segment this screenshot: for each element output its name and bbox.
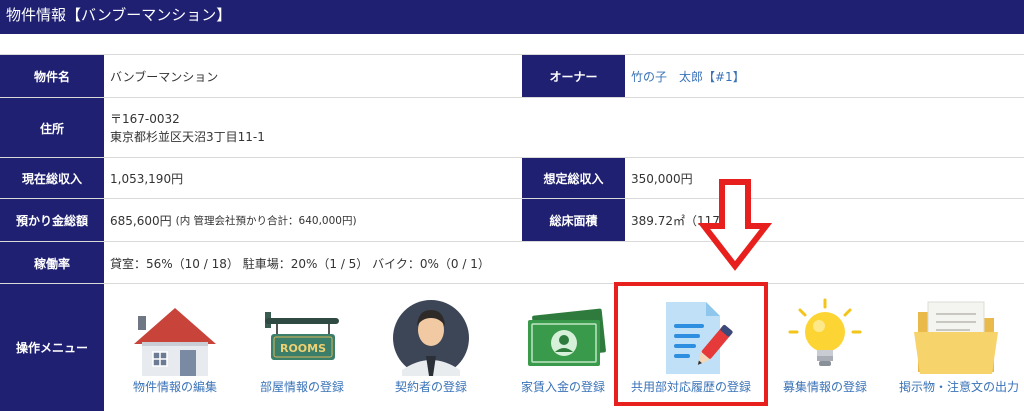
label-floor-area: 総床面積 — [522, 199, 625, 242]
menu-register-rooms[interactable]: ROOMS 部屋情報の登録 — [237, 298, 367, 410]
label-expected-income: 想定総収入 — [522, 158, 625, 199]
down-arrow-icon — [698, 179, 772, 271]
menu-output-notices[interactable]: 掲示物・注意文の出力 — [894, 298, 1024, 410]
row-name-owner: 物件名 バンブーマンション オーナー 竹の子 太郎【#1】 — [0, 54, 1024, 98]
value-deposit: 685,600円 (内 管理会社預かり合計：640,000円) — [104, 199, 522, 242]
address-line: 東京都杉並区天沼3丁目11-1 — [110, 130, 265, 144]
highlight-box — [614, 282, 768, 406]
menu-register-rooms-label: 部屋情報の登録 — [259, 380, 344, 394]
menu-register-contractor-label: 契約者の登録 — [394, 380, 467, 394]
house-icon — [134, 308, 216, 376]
label-deposit: 預かり金総額 — [0, 199, 104, 242]
label-occupancy: 稼働率 — [0, 242, 104, 284]
menu-edit-property-label: 物件情報の編集 — [132, 380, 217, 394]
row-address: 住所 〒167-0032 東京都杉並区天沼3丁目11-1 — [0, 97, 1024, 158]
value-property-name: バンブーマンション — [104, 55, 522, 98]
label-owner: オーナー — [522, 55, 625, 98]
menu-edit-property[interactable]: 物件情報の編集 — [110, 298, 240, 410]
deposit-amount: 685,600円 — [110, 214, 172, 228]
label-property-name: 物件名 — [0, 55, 104, 98]
label-address: 住所 — [0, 98, 104, 158]
address-postal: 〒167-0032 — [110, 112, 180, 126]
menu-register-recruitment-label: 募集情報の登録 — [782, 380, 867, 394]
row-deposit: 預かり金総額 685,600円 (内 管理会社預かり合計：640,000円) 総… — [0, 198, 1024, 242]
label-menu: 操作メニュー — [0, 284, 104, 411]
deposit-note: (内 管理会社預かり合計：640,000円) — [175, 215, 357, 227]
menu-register-rent-label: 家賃入金の登録 — [520, 380, 605, 394]
owner-link[interactable]: 竹の子 太郎【#1】 — [625, 55, 1024, 98]
menu-output-notices-label: 掲示物・注意文の出力 — [898, 380, 1019, 394]
money-icon — [528, 308, 606, 366]
rooms-sign-icon: ROOMS — [265, 312, 339, 360]
menu-register-recruitment[interactable]: 募集情報の登録 — [760, 298, 890, 410]
menu-register-contractor[interactable]: 契約者の登録 — [366, 298, 496, 410]
row-occupancy: 稼働率 貸室：56%（10 / 18） 駐車場：20%（1 / 5） バイク：0… — [0, 241, 1024, 284]
lightbulb-icon — [788, 298, 862, 366]
value-occupancy: 貸室：56%（10 / 18） 駐車場：20%（1 / 5） バイク：0%（0 … — [104, 242, 1024, 284]
rooms-sign-text: ROOMS — [280, 342, 326, 355]
value-floor-area: 389.72㎡（117.8坪） — [625, 199, 1024, 242]
person-icon — [393, 300, 469, 376]
value-address: 〒167-0032 東京都杉並区天沼3丁目11-1 — [104, 98, 1024, 158]
row-income: 現在総収入 1,053,190円 想定総収入 350,000円 — [0, 157, 1024, 199]
value-expected-income: 350,000円 — [625, 158, 1024, 199]
folder-icon — [914, 301, 998, 374]
menu-register-rent[interactable]: 家賃入金の登録 — [498, 298, 628, 410]
page-title: 物件情報【バンブーマンション】 — [0, 0, 1024, 34]
value-current-income: 1,053,190円 — [104, 158, 522, 199]
label-current-income: 現在総収入 — [0, 158, 104, 199]
